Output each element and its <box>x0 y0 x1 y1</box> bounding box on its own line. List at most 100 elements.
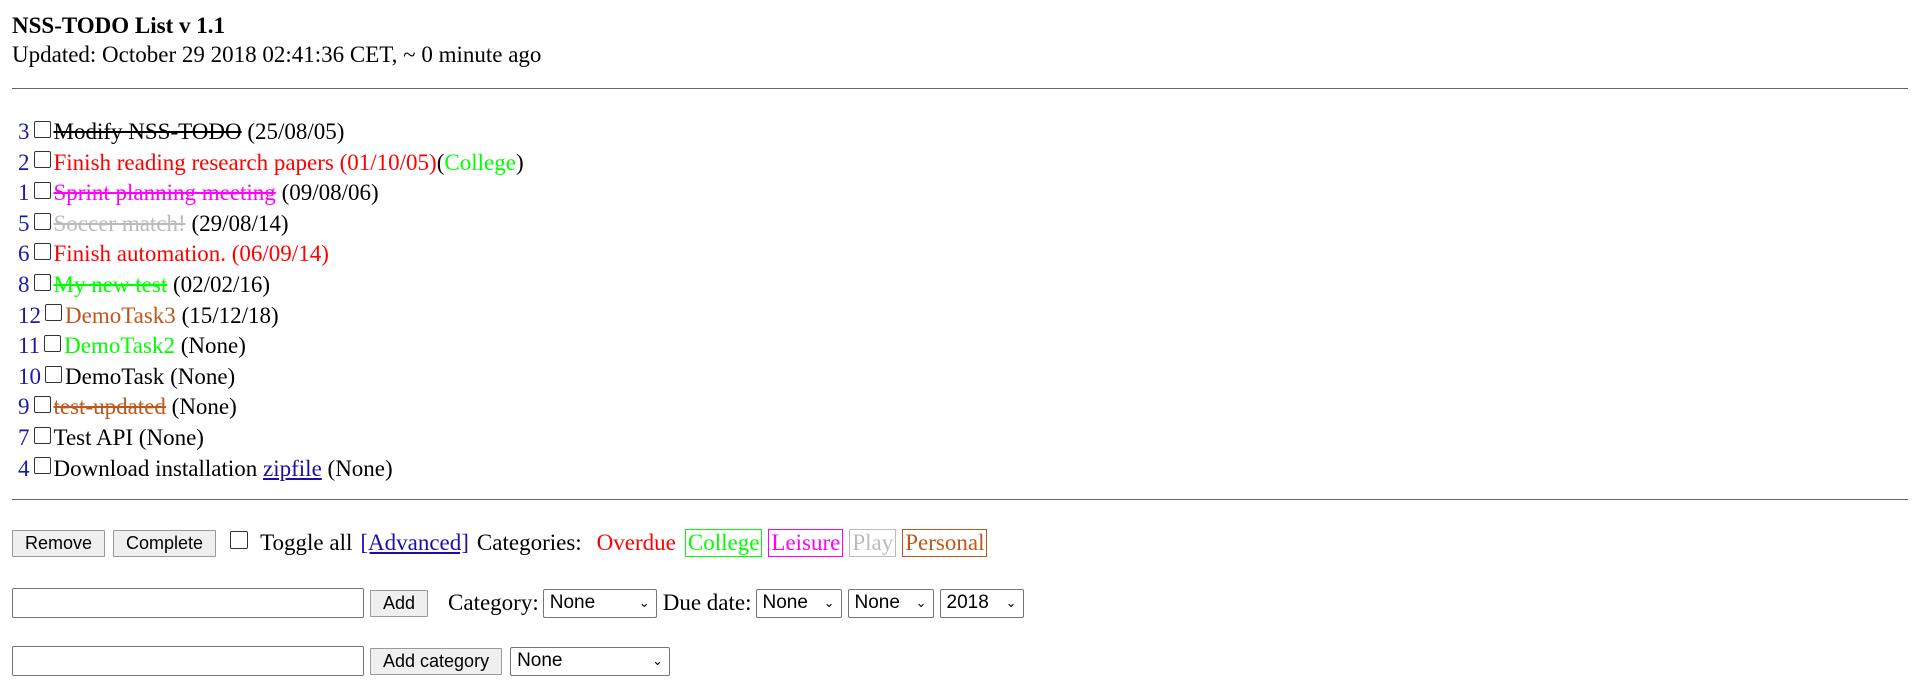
task-id: 2 <box>18 149 30 175</box>
complete-button[interactable]: Complete <box>113 529 217 557</box>
due-day-value: None <box>762 592 808 614</box>
due-month-value: None <box>854 592 900 614</box>
task-due-date: (15/12/18) <box>181 302 279 328</box>
task-row: 2 Finish reading research papers (01/10/0… <box>18 148 1908 179</box>
task-due-date: (02/02/16) <box>172 271 271 297</box>
task-id: 5 <box>18 210 30 236</box>
task-row: 10 DemoTask (None) <box>18 362 1908 393</box>
task-title: Finish automation. (06/09/14) <box>53 241 329 267</box>
advanced-link[interactable]: [Advanced] <box>360 530 469 556</box>
add-task-row: Add Category: None ⌄ Due date: None ⌄ None… <box>12 588 1908 619</box>
task-row: 4 Download installation zipfile (None) <box>18 454 1908 485</box>
due-date-label: Due date: <box>662 590 752 616</box>
task-title: Test API <box>53 424 134 450</box>
category-chip-college[interactable]: College <box>684 529 763 558</box>
controls-bar: Remove Complete Toggle all [Advanced] Ca… <box>12 528 1908 558</box>
task-checkbox[interactable] <box>33 396 51 414</box>
task-list: 3 Modify NSS-TODO (25/08/05) 2 Finish readi… <box>12 117 1908 484</box>
task-checkbox[interactable] <box>33 457 51 475</box>
category-list: Overdue College Leisure Play Personal <box>592 529 994 558</box>
task-row: 9 test-updated (None) <box>18 392 1908 423</box>
task-checkbox[interactable] <box>45 304 62 322</box>
task-checkbox[interactable] <box>44 334 62 352</box>
task-row: 5 Soccer match! (29/08/14) <box>18 209 1908 240</box>
task-checkbox[interactable] <box>33 181 51 199</box>
task-title: Download installation <box>53 455 258 481</box>
task-title: Finish reading research papers (01/10/05… <box>53 149 437 175</box>
task-category-close: ) <box>515 149 524 175</box>
task-id: 11 <box>18 333 41 359</box>
task-id: 7 <box>18 424 30 450</box>
task-checkbox[interactable] <box>33 426 51 444</box>
category-select-value: None <box>549 592 596 614</box>
category-label: Category: <box>448 590 539 616</box>
due-year-value: 2018 <box>946 592 989 614</box>
category-chip-leisure[interactable]: Leisure <box>768 529 844 558</box>
task-title: Modify NSS-TODO <box>53 119 242 144</box>
task-input[interactable] <box>12 588 364 619</box>
task-checkbox[interactable] <box>33 243 51 261</box>
task-title: DemoTask2 <box>64 333 175 359</box>
task-row: 11 DemoTask2 (None) <box>18 331 1908 362</box>
task-id: 6 <box>18 241 30 267</box>
due-day-select[interactable]: None ⌄ <box>755 588 842 618</box>
task-checkbox[interactable] <box>33 151 51 169</box>
chevron-down-icon: ⌄ <box>1005 595 1017 611</box>
category-color-value: None <box>517 650 563 672</box>
category-color-select[interactable]: None ⌄ <box>510 646 671 676</box>
task-due-date: (None) <box>171 394 237 420</box>
category-chip-play[interactable]: Play <box>849 529 897 558</box>
task-id: 4 <box>18 455 30 481</box>
task-checkbox[interactable] <box>33 273 51 291</box>
task-row: 3 Modify NSS-TODO (25/08/05) <box>18 117 1908 148</box>
chevron-down-icon: ⌄ <box>638 595 650 611</box>
task-due-date: (None) <box>180 333 246 359</box>
bottom-divider <box>12 499 1908 501</box>
task-id: 10 <box>18 363 41 389</box>
task-checkbox[interactable] <box>45 365 62 383</box>
task-row: 7 Test API (None) <box>18 423 1908 454</box>
task-row: 8 My new test (02/02/16) <box>18 270 1908 301</box>
category-chip-overdue[interactable]: Overdue <box>594 529 679 557</box>
chevron-down-icon: ⌄ <box>915 595 927 611</box>
task-checkbox[interactable] <box>33 120 51 138</box>
task-link[interactable]: zipfile <box>263 454 322 485</box>
todo-page: NSS-TODO List v 1.1 Updated: October 29 … <box>0 0 1920 677</box>
categories-label: Categories: <box>476 530 582 556</box>
task-title: DemoTask <box>65 363 165 389</box>
task-due-date: (None) <box>170 363 236 389</box>
due-year-select[interactable]: 2018 ⌄ <box>939 588 1024 618</box>
task-id: 12 <box>18 302 41 328</box>
task-row: 6 Finish automation. (06/09/14) <box>18 239 1908 270</box>
add-category-button[interactable]: Add category <box>370 647 503 675</box>
toggle-all-checkbox[interactable] <box>230 531 249 550</box>
task-id: 3 <box>18 119 30 144</box>
task-due-date: (None) <box>327 455 393 481</box>
category-chip-personal[interactable]: Personal <box>902 529 988 558</box>
category-select[interactable]: None ⌄ <box>542 588 657 618</box>
task-row: 12 DemoTask3 (15/12/18) <box>18 301 1908 332</box>
toggle-all-label: Toggle all <box>260 530 353 556</box>
task-title: test-updated <box>53 394 166 420</box>
updated-timestamp: Updated: October 29 2018 02:41:36 CET, ~… <box>12 42 542 67</box>
task-due-date: (25/08/05) <box>247 119 345 144</box>
task-row: 1 Sprint planning meeting (09/08/06) <box>18 178 1908 209</box>
top-divider <box>12 88 1908 89</box>
task-title: DemoTask3 <box>65 302 176 328</box>
task-id: 9 <box>18 394 30 420</box>
task-due-date: (29/08/14) <box>191 210 289 236</box>
task-category-open: ( <box>436 149 445 175</box>
add-category-row: Add category None ⌄ <box>12 646 1908 677</box>
page-title: NSS-TODO List v 1.1 <box>12 13 226 38</box>
task-category: College <box>444 149 516 175</box>
add-button[interactable]: Add <box>370 589 429 617</box>
task-due-date: (None) <box>138 424 204 450</box>
chevron-down-icon: ⌄ <box>652 653 664 669</box>
task-title: My new test <box>53 271 168 297</box>
remove-button[interactable]: Remove <box>12 529 106 557</box>
task-title: Sprint planning meeting <box>53 180 276 206</box>
task-title: Soccer match! <box>53 210 186 236</box>
due-month-select[interactable]: None ⌄ <box>847 588 934 618</box>
task-checkbox[interactable] <box>33 212 51 230</box>
category-input[interactable] <box>12 646 364 677</box>
